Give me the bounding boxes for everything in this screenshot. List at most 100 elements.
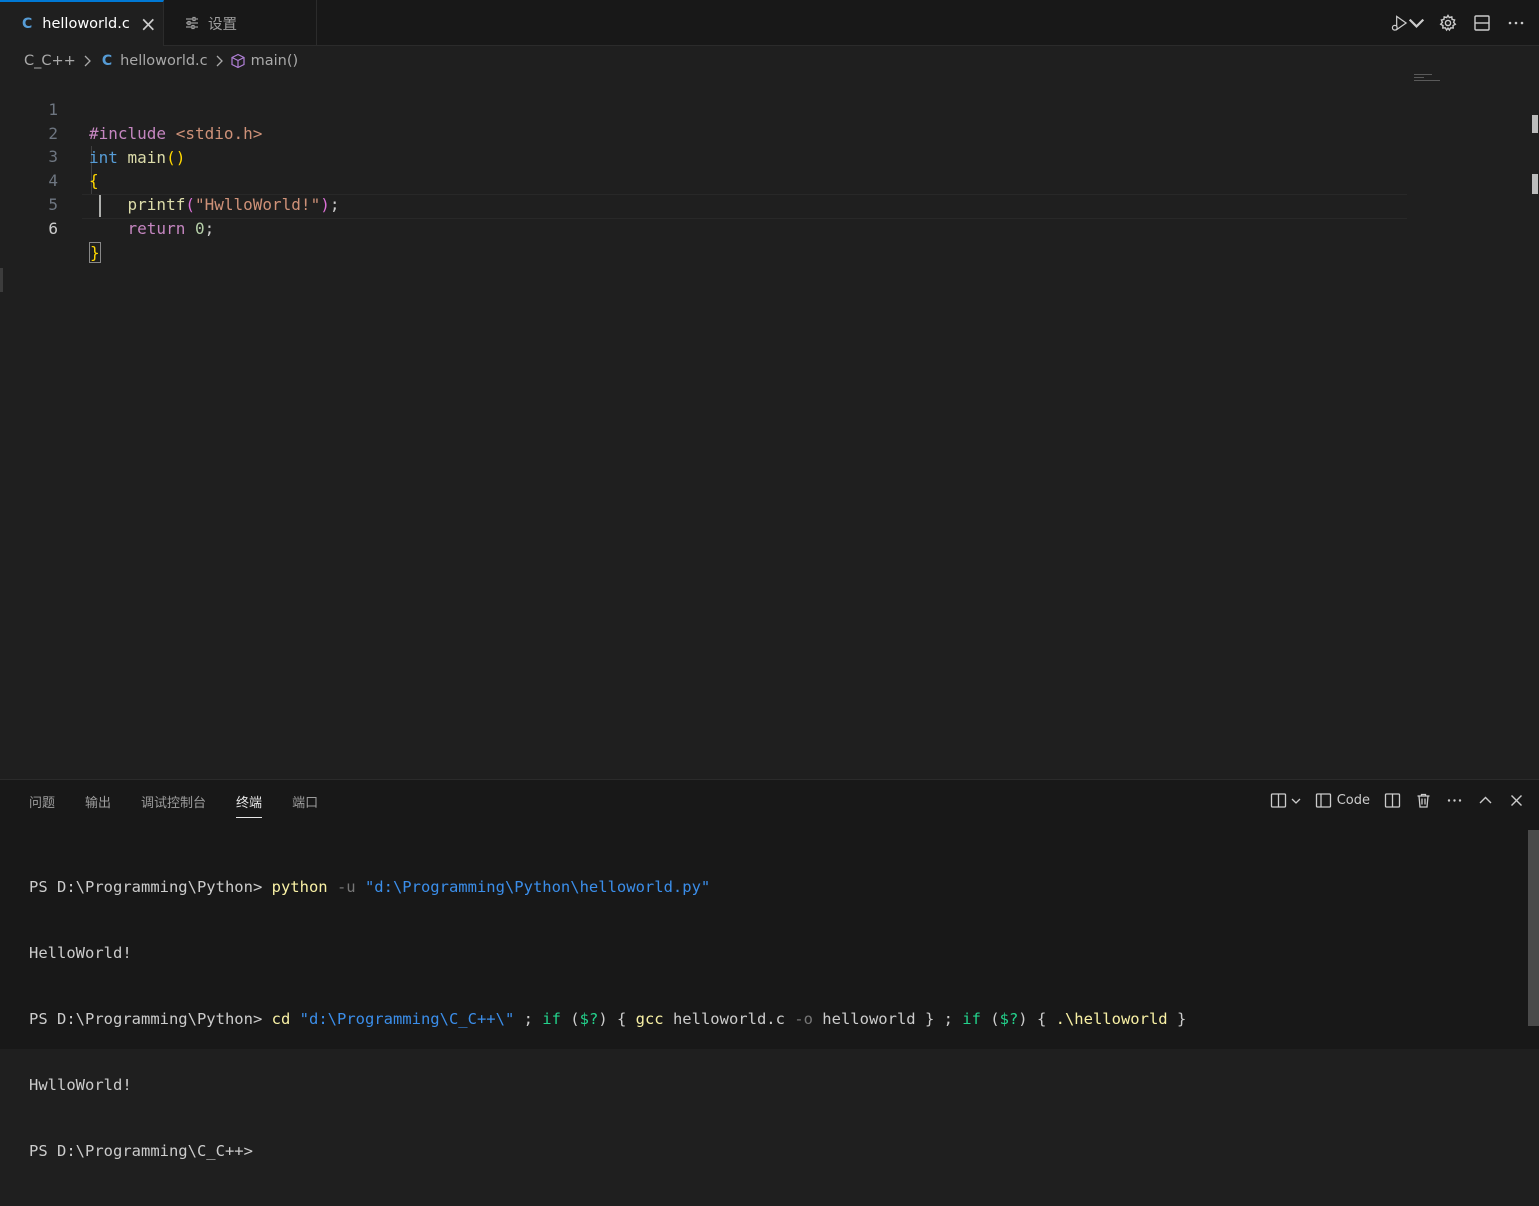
close-icon (1511, 795, 1522, 806)
scrollbar-marker (1532, 115, 1538, 133)
chevron-right-icon (84, 55, 91, 67)
terminal-layout-button[interactable] (1270, 792, 1301, 809)
split-terminal-button[interactable] (1384, 792, 1401, 809)
terminal-token: HelloWorld! (29, 944, 132, 962)
c-file-icon: C (22, 16, 33, 32)
line-number: 6 (48, 219, 58, 238)
code-token: ; (204, 219, 215, 238)
terminal-token: ) { (598, 1010, 636, 1028)
breadcrumb-file[interactable]: helloworld.c (120, 53, 208, 69)
panel-tabs: 问题 输出 调试控制台 终端 端口 (29, 792, 348, 818)
terminal-profile-button[interactable]: Code (1315, 792, 1370, 809)
text-cursor (99, 195, 101, 217)
terminal-token: -o (794, 1010, 813, 1028)
settings-button[interactable] (1437, 12, 1459, 34)
kill-terminal-button[interactable] (1415, 792, 1432, 809)
code-editor[interactable]: 1 #include <stdio.h> 2 int main() 3 { 4 … (0, 74, 1410, 774)
more-actions-button[interactable] (1446, 792, 1463, 809)
terminal-token: helloworld } ; (812, 1010, 963, 1028)
run-debug-button[interactable] (1391, 12, 1425, 34)
chevron-down-icon (1408, 18, 1425, 28)
minimap[interactable] (1414, 74, 1442, 86)
trash-icon (1417, 793, 1430, 808)
terminal-token: helloworld.c (663, 1010, 795, 1028)
breadcrumb-folder[interactable]: C_C++ (24, 53, 76, 69)
terminal-token: } (1167, 1010, 1187, 1028)
more-actions-button[interactable] (1505, 12, 1527, 34)
terminal-token: PS D:\Programming\C_C++> (29, 1142, 253, 1160)
panel-actions: Code (1270, 792, 1525, 809)
terminal-token: -u (327, 878, 365, 896)
terminal-token: "d:\Programming\Python\helloworld.py" (364, 878, 711, 896)
terminal-token: gcc (635, 1010, 664, 1028)
chevron-up-icon (1479, 796, 1492, 804)
tab-output[interactable]: 输出 (85, 792, 111, 818)
terminal-token: HwlloWorld! (29, 1076, 132, 1094)
terminal-token: $? (999, 1010, 1019, 1028)
code-line: 6 } (0, 193, 1410, 263)
close-icon[interactable]: × (140, 14, 157, 34)
split-terminal-icon (1315, 793, 1331, 808)
new-terminal-layout-icon (1270, 793, 1286, 808)
chevron-down-icon (1291, 798, 1301, 804)
terminal-line: PS D:\Programming\Python> cd "d:\Program… (29, 1008, 1186, 1030)
terminal-output[interactable]: PS D:\Programming\Python> python -u "d:\… (29, 832, 1186, 1206)
tab-label: helloworld.c (42, 16, 130, 32)
terminal-token: ) { (1018, 1010, 1056, 1028)
more-actions-icon (1508, 21, 1524, 25)
tab-debug-console[interactable]: 调试控制台 (141, 792, 206, 818)
gear-icon (1439, 14, 1457, 32)
more-actions-icon (1447, 799, 1462, 802)
tab-helloworld-c[interactable]: C helloworld.c × (0, 0, 164, 46)
editor-actions (1391, 12, 1527, 34)
terminal-token: ; (514, 1010, 543, 1028)
terminal-token: if (542, 1010, 561, 1028)
breadcrumb-symbol[interactable]: main() (251, 53, 299, 69)
sash-handle[interactable] (0, 268, 3, 292)
c-file-icon: C (101, 53, 113, 69)
run-debug-icon (1391, 15, 1408, 31)
tab-problems[interactable]: 问题 (29, 792, 55, 818)
tab-label: 设置 (208, 16, 237, 33)
code-token: 0 (194, 219, 205, 238)
code-token: return (127, 219, 195, 238)
scrollbar-marker (1532, 174, 1538, 194)
terminal-token: .\helloworld (1055, 1010, 1168, 1028)
terminal-token: python (271, 878, 328, 896)
code-line: 4 printf("HwlloWorld!"); (0, 145, 1410, 214)
terminal-token: cd (271, 1010, 291, 1028)
editor-tab-bar: C helloworld.c × 设置 (0, 0, 1539, 46)
maximize-panel-button[interactable] (1477, 792, 1494, 809)
split-editor-icon (1474, 15, 1490, 31)
code-text: return 0; (89, 217, 215, 241)
close-panel-button[interactable] (1508, 792, 1525, 809)
terminal-token: $? (579, 1010, 599, 1028)
terminal-token: PS D:\Programming\Python> (29, 878, 272, 896)
terminal-token: PS D:\Programming\Python> (29, 1010, 272, 1028)
method-cube-icon (231, 53, 245, 69)
code-text: } (89, 241, 101, 265)
chevron-right-icon (216, 55, 223, 67)
terminal-token: "d:\Programming\C_C++\" (299, 1010, 515, 1028)
terminal-profile-label: Code (1336, 793, 1370, 808)
terminal-line: HwlloWorld! (29, 1074, 1186, 1096)
code-line: 2 int main() (0, 98, 1410, 167)
split-editor-button[interactable] (1471, 12, 1493, 34)
tab-ports[interactable]: 端口 (292, 792, 318, 818)
tab-terminal[interactable]: 终端 (236, 792, 263, 818)
tab-settings[interactable]: 设置 (164, 0, 317, 46)
terminal-line: HelloWorld! (29, 942, 1186, 964)
terminal-line: PS D:\Programming\Python> python -u "d:\… (29, 876, 1186, 898)
terminal-scrollbar[interactable] (1528, 830, 1539, 1026)
code-line: 3 { (0, 121, 1410, 190)
split-terminal-icon (1384, 793, 1401, 808)
terminal-token: ( (980, 1010, 1000, 1028)
bottom-panel: 问题 输出 调试控制台 终端 端口 Code PS D:\Programming… (0, 779, 1539, 1160)
code-token: } (89, 242, 101, 263)
terminal-token: if (962, 1010, 981, 1028)
settings-sliders-icon (186, 16, 198, 30)
breadcrumb: C_C++ C helloworld.c main() (24, 50, 298, 72)
terminal-token: ( (560, 1010, 580, 1028)
